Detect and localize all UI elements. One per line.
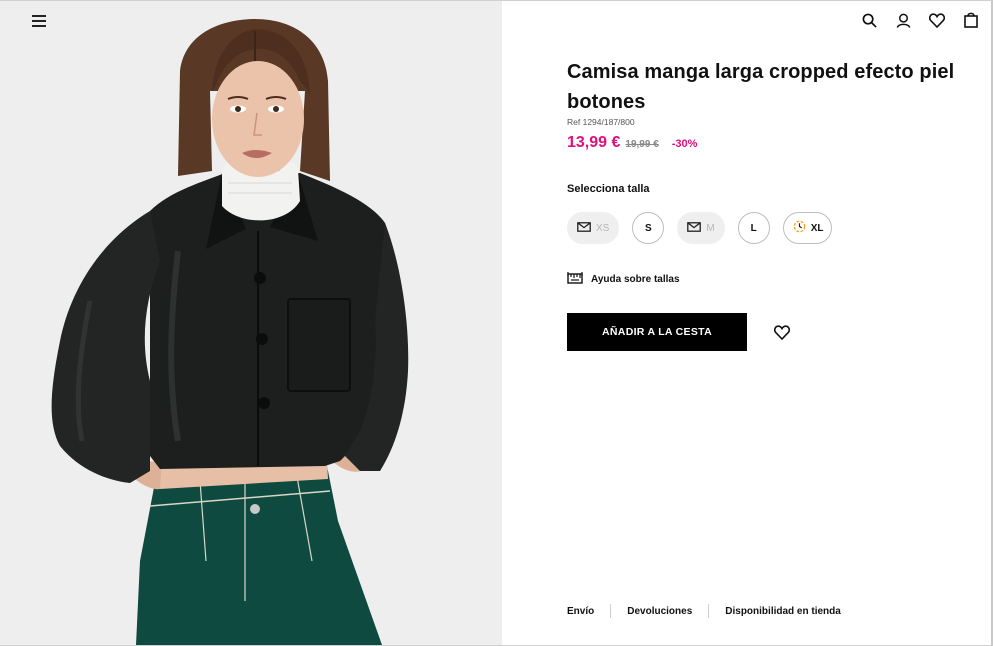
size-selector-label: Selecciona talla — [567, 183, 650, 195]
original-price: 19,99 € — [625, 139, 659, 150]
header-actions — [860, 10, 980, 30]
size-help-link[interactable]: Ayuda sobre tallas — [567, 271, 680, 287]
bag-icon[interactable] — [962, 10, 980, 30]
current-price: 13,99 € — [567, 134, 621, 151]
divider — [610, 604, 612, 618]
product-reference: Ref 1294/187/800 — [567, 117, 635, 127]
size-label: M — [706, 222, 715, 234]
user-icon[interactable] — [894, 10, 912, 30]
envelope-icon — [687, 221, 702, 235]
size-help-label: Ayuda sobre tallas — [591, 273, 680, 285]
size-label: XS — [596, 222, 610, 234]
store-availability-link[interactable]: Disponibilidad en tienda — [725, 606, 841, 617]
add-to-cart-button[interactable]: AÑADIR A LA CESTA — [567, 313, 747, 351]
size-option-xl[interactable]: XL — [782, 212, 833, 244]
size-option-m[interactable]: M — [677, 212, 725, 244]
size-option-xs[interactable]: XS — [567, 212, 620, 244]
heart-icon[interactable] — [928, 10, 946, 30]
product-photo — [0, 1, 502, 645]
hamburger-menu-icon[interactable] — [28, 11, 50, 31]
price-row: 13,99 € 19,99 € -30% — [567, 134, 697, 152]
product-title: Camisa manga larga cropped efecto piel b… — [567, 61, 955, 113]
size-label: S — [645, 222, 652, 234]
size-selector: XS S M L XL — [567, 212, 833, 244]
ruler-icon — [567, 271, 583, 287]
envelope-icon — [577, 221, 591, 235]
shipping-link[interactable]: Envío — [567, 606, 594, 617]
divider — [708, 604, 710, 618]
size-label: L — [750, 222, 757, 234]
returns-link[interactable]: Devoluciones — [627, 606, 692, 617]
product-info-links: Envío Devoluciones Disponibilidad en tie… — [567, 604, 841, 618]
size-option-l[interactable]: L — [737, 212, 770, 244]
clock-icon — [793, 220, 806, 236]
size-label: XL — [810, 222, 824, 234]
size-option-s[interactable]: S — [632, 212, 665, 244]
discount-badge: -30% — [671, 138, 698, 150]
search-icon[interactable] — [860, 10, 878, 30]
add-to-favorites-heart-icon[interactable] — [772, 322, 792, 342]
product-image-panel — [0, 1, 502, 645]
